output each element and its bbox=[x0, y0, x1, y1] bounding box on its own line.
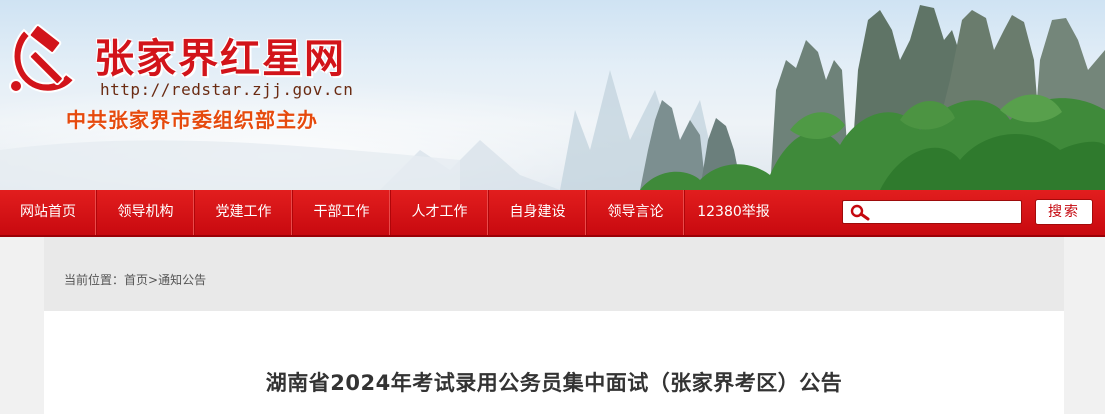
breadcrumb-current-link[interactable]: 通知公告 bbox=[158, 273, 206, 287]
breadcrumb: 当前位置：首页>通知公告 bbox=[64, 271, 206, 288]
search-icon bbox=[850, 204, 870, 221]
breadcrumb-home-link[interactable]: 首页 bbox=[124, 273, 148, 287]
article-panel: 湖南省2024年考试录用公务员集中面试（张家界考区）公告 bbox=[44, 311, 1064, 414]
nav-item-self-building[interactable]: 自身建设 bbox=[489, 190, 587, 235]
nav-item-leader-speeches[interactable]: 领导言论 bbox=[587, 190, 685, 235]
nav-item-cadre-work[interactable]: 干部工作 bbox=[293, 190, 391, 235]
header-banner: 张家界红星网 http://redstar.zjj.gov.cn 中共张家界市委… bbox=[0, 0, 1105, 190]
search-button[interactable]: 搜索 bbox=[1035, 199, 1093, 225]
article-title: 湖南省2024年考试录用公务员集中面试（张家界考区）公告 bbox=[265, 371, 843, 395]
breadcrumb-bar: 当前位置：首页>通知公告 bbox=[44, 237, 1064, 311]
breadcrumb-prefix: 当前位置： bbox=[64, 273, 125, 287]
nav-item-home[interactable]: 网站首页 bbox=[0, 190, 97, 235]
party-emblem-icon bbox=[9, 24, 76, 93]
breadcrumb-separator: > bbox=[148, 273, 159, 287]
host-organization: 中共张家界市委组织部主办 bbox=[66, 108, 318, 132]
nav-item-talent-work[interactable]: 人才工作 bbox=[391, 190, 489, 235]
nav-item-party-building[interactable]: 党建工作 bbox=[195, 190, 293, 235]
nav-item-12380-report[interactable]: 12380举报 bbox=[685, 190, 782, 235]
site-url: http://redstar.zjj.gov.cn bbox=[100, 80, 354, 99]
nav-item-leadership[interactable]: 领导机构 bbox=[97, 190, 195, 235]
site-title: 张家界红星网 bbox=[94, 36, 346, 82]
search-input[interactable] bbox=[873, 203, 1015, 221]
search-box bbox=[842, 200, 1022, 224]
